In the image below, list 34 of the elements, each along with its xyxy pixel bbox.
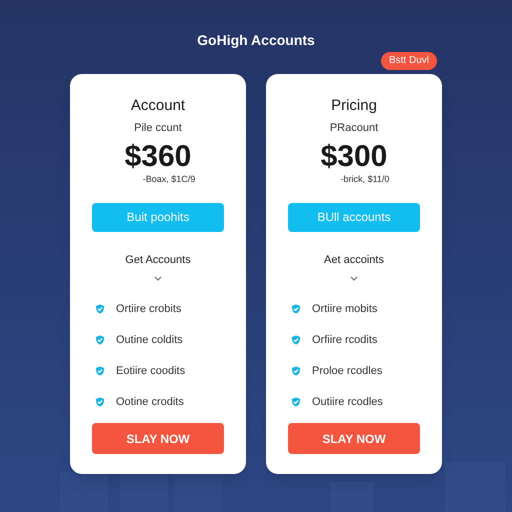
shield-check-icon	[291, 335, 301, 345]
feature-text: Outiire rcodles	[312, 395, 383, 410]
shield-check-icon	[291, 366, 301, 376]
chevron-down-icon	[350, 276, 358, 281]
price-note: -Boax, $1C/9	[142, 172, 196, 184]
feature-text: Ortiire mobits	[312, 302, 378, 317]
chevron-down-icon	[154, 276, 162, 281]
shield-check-icon	[291, 397, 301, 407]
plan-title: Pricing	[331, 96, 377, 116]
feature-text: Ootine crodits	[116, 395, 184, 410]
shield-check-icon	[95, 397, 105, 407]
feature-text: Ortiire crobits	[116, 302, 182, 317]
primary-button[interactable]: BUll accounts	[288, 202, 420, 232]
feature-text: Orfiire rcodits	[312, 333, 378, 348]
section-label: Get Accounts	[125, 252, 191, 268]
section-label: Aet accoints	[324, 252, 384, 268]
page-title: GoHigh Accounts	[197, 31, 315, 50]
shield-check-icon	[95, 366, 105, 376]
feature-text: Eotiire coodits	[116, 364, 186, 379]
shield-check-icon	[95, 335, 105, 345]
plan-price: $360	[124, 140, 192, 172]
shield-check-icon	[291, 304, 301, 314]
plan-title: Account	[130, 96, 186, 116]
shield-check-icon	[95, 304, 105, 314]
feature-text: Proloe rcodles	[312, 364, 382, 379]
plan-subtitle: PRacount	[330, 121, 378, 136]
buy-now-button[interactable]: SLAY NOW	[288, 423, 420, 454]
primary-button[interactable]: Buit poohits	[92, 202, 224, 232]
plan-price: $300	[320, 140, 388, 172]
badge: Bstt Duvl	[380, 52, 437, 70]
price-note: -brick, $11/0	[340, 172, 390, 184]
buy-now-button[interactable]: SLAY NOW	[92, 423, 224, 454]
feature-text: Outine coldits	[116, 333, 183, 348]
plan-subtitle: Pile ccunt	[134, 121, 182, 136]
